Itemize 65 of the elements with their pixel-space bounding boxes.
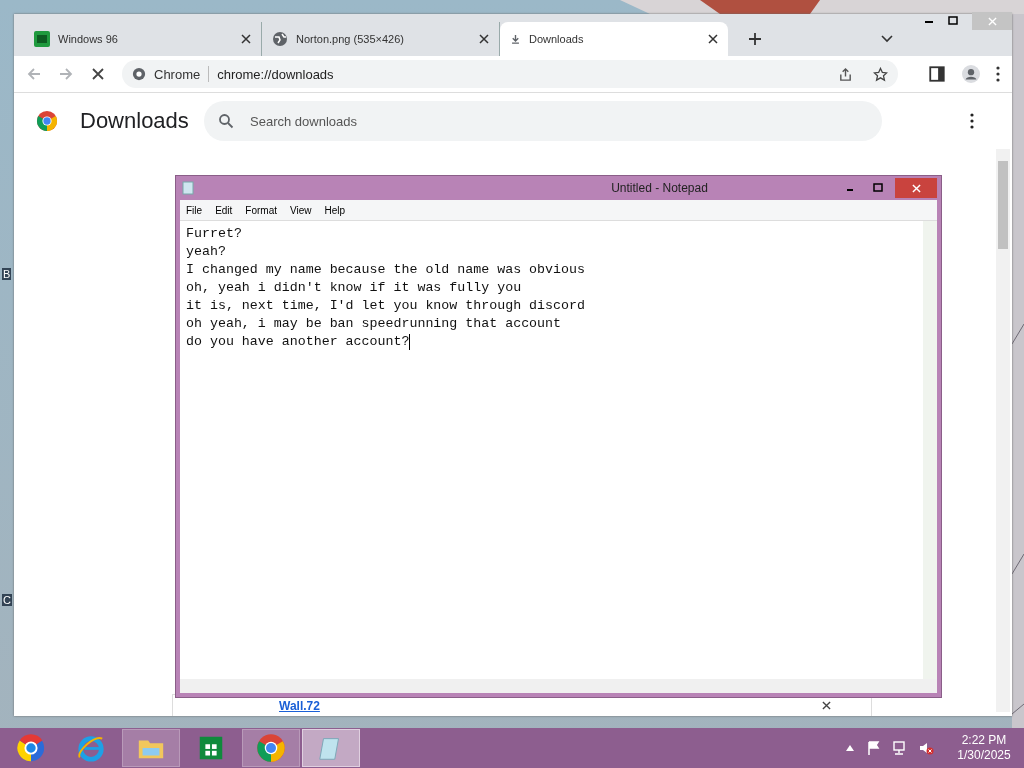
desktop-icon-label: B: [2, 268, 12, 280]
clock-time: 2:22 PM: [961, 733, 1007, 748]
globe-icon: [272, 31, 288, 47]
file-link[interactable]: Wall.72: [279, 698, 822, 713]
app-icon: [34, 31, 50, 47]
window-title: Untitled - Notepad: [610, 181, 709, 195]
site-label: Chrome: [154, 66, 201, 82]
profile-icon[interactable]: [962, 65, 980, 83]
close-icon[interactable]: [708, 34, 718, 44]
tab-title: Downloads: [529, 33, 585, 45]
menu-item[interactable]: Help: [324, 204, 346, 216]
browser-tab[interactable]: Windows 96: [24, 22, 262, 56]
tab-title: Windows 96: [58, 33, 119, 45]
text-line: it is, next time, I'd let you know through discord: [186, 297, 585, 315]
search-field[interactable]: Search downloads: [204, 101, 882, 141]
menu-item[interactable]: Edit: [215, 204, 233, 216]
flag-icon[interactable]: [866, 740, 882, 756]
speaker-icon[interactable]: [918, 740, 934, 756]
text-line: oh, yeah i didn't know if it was fully you: [186, 279, 522, 297]
chrome-logo-icon: [132, 67, 146, 81]
address-bar[interactable]: Chrome chrome://downloads: [122, 60, 898, 88]
clock-date: 1/30/2025: [957, 748, 1011, 763]
browser-tab[interactable]: Norton.png (535×426): [262, 22, 500, 56]
more-vertical-icon[interactable]: [970, 113, 974, 129]
share-icon[interactable]: [838, 66, 853, 82]
url-text: chrome://downloads: [217, 66, 334, 82]
menu-item[interactable]: View: [290, 204, 312, 216]
scrollbar[interactable]: [923, 221, 937, 679]
more-vertical-icon[interactable]: [996, 66, 1000, 82]
side-panel-icon[interactable]: [928, 65, 946, 83]
close-icon[interactable]: [479, 34, 489, 44]
chevron-down-icon[interactable]: [880, 34, 894, 44]
text-line: yeah?: [186, 243, 226, 261]
maximize-icon[interactable]: [873, 183, 883, 193]
search-icon: [218, 113, 234, 129]
caret-up-icon[interactable]: [846, 745, 854, 751]
stop-icon[interactable]: [90, 66, 106, 82]
tab-title: Norton.png (535×426): [296, 33, 405, 45]
orb-icon: [16, 733, 46, 763]
browser-tab[interactable]: Downloads: [500, 22, 728, 56]
taskbar-button[interactable]: [242, 729, 300, 767]
chrome-logo-icon: [256, 733, 286, 763]
star-icon[interactable]: [873, 66, 888, 82]
desktop-icon-label: C: [2, 594, 12, 606]
chrome-logo-icon: [36, 110, 58, 132]
plus-icon[interactable]: [748, 32, 762, 46]
notepad-icon: [182, 181, 194, 195]
scrollbar[interactable]: [996, 149, 1010, 712]
text-line: I changed my name because the old name was obvious: [186, 261, 585, 279]
text-caret: [409, 334, 411, 350]
scrollbar[interactable]: [180, 679, 937, 693]
maximize-icon[interactable]: [948, 16, 958, 26]
menu-item[interactable]: Format: [245, 204, 278, 216]
page-title: Downloads: [80, 108, 190, 134]
text-line: Furret?: [186, 225, 242, 243]
text-line: oh yeah, i may be ban speedrunning that account: [186, 315, 562, 333]
menu-item[interactable]: File: [186, 204, 203, 216]
close-icon[interactable]: [822, 701, 831, 710]
close-icon[interactable]: [241, 34, 251, 44]
close-icon: [987, 16, 997, 26]
text-line: do you have another account?: [186, 333, 410, 351]
close-icon: [911, 183, 921, 193]
network-icon[interactable]: [892, 740, 908, 756]
close-button[interactable]: [895, 178, 937, 198]
ie-icon: [76, 733, 106, 763]
